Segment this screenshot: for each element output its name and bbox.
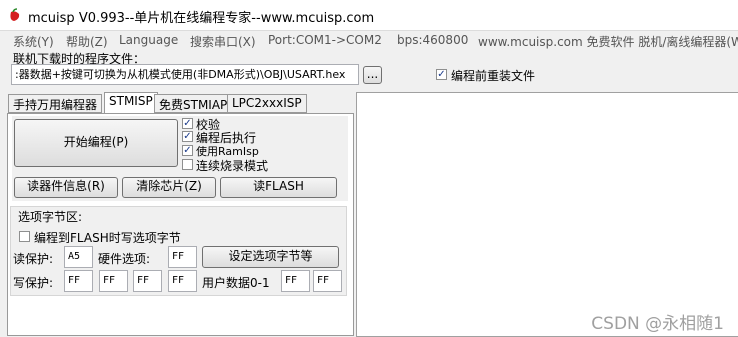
write-protect-field-3[interactable]: FF (168, 270, 197, 292)
title-bar: mcuisp V0.993--单片机在线编程专家--www.mcuisp.com (0, 0, 738, 30)
menu-port[interactable]: Port:COM1->COM2 (268, 33, 382, 47)
chili-pepper-icon (10, 8, 20, 21)
run-after-program-checkbox[interactable]: ✓ (182, 131, 193, 142)
verify-checkbox[interactable]: ✓ (182, 118, 193, 129)
tab-handheld-programmer[interactable]: 手持万用编程器 (8, 94, 103, 113)
program-file-path-field[interactable]: :器数据+按键可切换为从机模式使用(非DMA形式)\OBJ\USART.hex (11, 64, 359, 85)
menu-website[interactable]: www.mcuisp.com 免费软件 脱机/离线编程器(W (478, 33, 738, 50)
read-flash-button[interactable]: 读FLASH (220, 177, 337, 198)
menu-bar: 系统(Y) 帮助(Z) Language 搜索串口(X) Port:COM1->… (0, 30, 738, 50)
continuous-burn-label: 连续烧录模式 (196, 159, 269, 173)
read-protect-label: 读保护: (13, 252, 54, 266)
tab-stmisp[interactable]: STMISP (104, 92, 158, 114)
hardware-option-label: 硬件选项: (98, 252, 151, 266)
option-bytes-group-label: 选项字节区: (18, 210, 83, 224)
write-option-bytes-label: 编程到FLASH时写选项字节 (34, 231, 181, 245)
menu-help[interactable]: 帮助(Z) (66, 33, 108, 50)
browse-button[interactable]: ... (363, 66, 382, 84)
hardware-option-field[interactable]: FF (168, 246, 197, 268)
continuous-burn-checkbox[interactable] (182, 159, 193, 170)
write-protect-label: 写保护: (13, 276, 54, 290)
read-device-info-button[interactable]: 读器件信息(R) (14, 177, 118, 198)
watermark-text: CSDN @永相随1 (591, 314, 724, 334)
output-log-area[interactable] (356, 92, 738, 337)
menu-system[interactable]: 系统(Y) (13, 33, 54, 50)
user-data-field-1[interactable]: FF (313, 270, 342, 292)
write-protect-field-2[interactable]: FF (133, 270, 162, 292)
write-protect-field-0[interactable]: FF (64, 270, 93, 292)
tab-lpc2xxxisp[interactable]: LPC2xxxISP (227, 94, 307, 113)
write-option-bytes-checkbox[interactable] (19, 231, 30, 242)
erase-chip-button[interactable]: 清除芯片(Z) (122, 177, 216, 198)
tab-free-stmiap[interactable]: 免费STMIAP (154, 94, 233, 113)
use-ramisp-checkbox[interactable]: ✓ (182, 145, 193, 156)
user-data-field-0[interactable]: FF (281, 270, 310, 292)
menu-bps[interactable]: bps:460800 (397, 33, 468, 47)
window-title: mcuisp V0.993--单片机在线编程专家--www.mcuisp.com (28, 11, 375, 26)
menu-search-port[interactable]: 搜索串口(X) (190, 33, 256, 50)
write-protect-field-1[interactable]: FF (99, 270, 128, 292)
reload-before-program-label: 编程前重装文件 (451, 69, 536, 83)
user-data-label: 用户数据0-1 (202, 276, 270, 290)
set-option-bytes-button[interactable]: 设定选项字节等 (202, 246, 339, 268)
start-program-button[interactable]: 开始编程(P) (14, 119, 178, 167)
menu-language[interactable]: Language (119, 33, 178, 47)
read-protect-field[interactable]: A5 (64, 246, 93, 268)
reload-before-program-checkbox[interactable]: ✓ (436, 69, 447, 80)
